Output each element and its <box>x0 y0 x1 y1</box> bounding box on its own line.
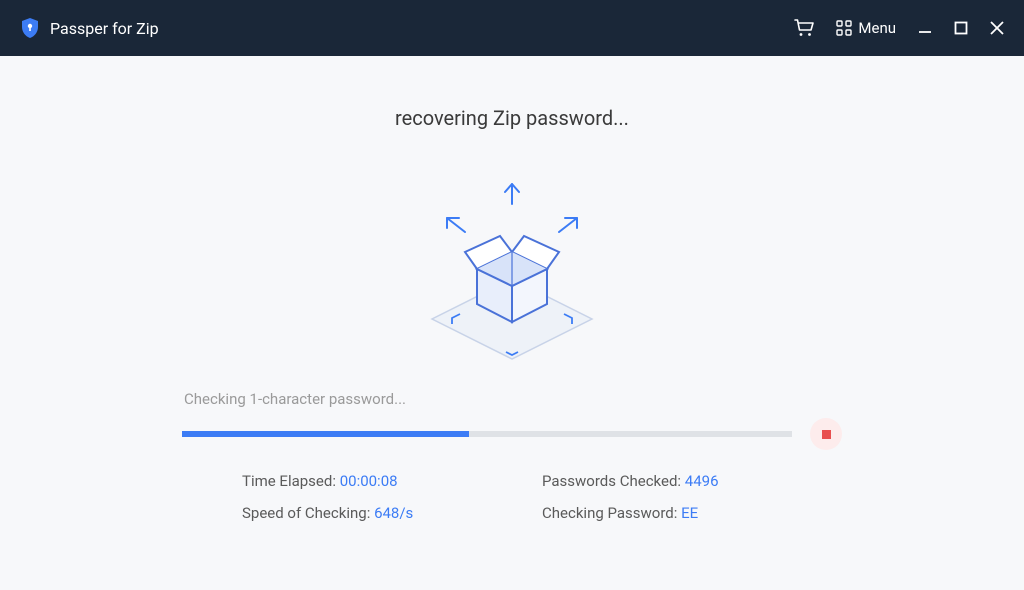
titlebar-right: Menu <box>794 19 1004 37</box>
maximize-button[interactable] <box>954 21 968 35</box>
stat-value: 648/s <box>374 504 413 522</box>
close-button[interactable] <box>990 21 1004 35</box>
menu-grid-icon <box>836 20 852 36</box>
stat-value: 00:00:08 <box>340 472 398 490</box>
stat-value: 4496 <box>685 472 719 490</box>
progress-section: Checking 1-character password... Time El… <box>182 390 842 522</box>
menu-button[interactable]: Menu <box>836 19 896 37</box>
shield-icon <box>20 17 40 39</box>
progress-status-text: Checking 1-character password... <box>182 390 842 408</box>
minimize-button[interactable] <box>918 21 932 35</box>
stat-checking-password: Checking Password: EE <box>542 504 782 522</box>
app-title: Passper for Zip <box>50 19 159 38</box>
progress-bar-fill <box>182 431 469 437</box>
box-illustration <box>387 174 637 364</box>
titlebar: Passper for Zip Menu <box>0 0 1024 56</box>
cart-icon[interactable] <box>794 19 814 37</box>
titlebar-left: Passper for Zip <box>20 17 159 39</box>
main-content: recovering Zip password... <box>0 56 1024 522</box>
menu-label: Menu <box>858 19 896 37</box>
stat-label: Speed of Checking: <box>242 504 374 522</box>
stop-icon <box>822 430 831 439</box>
stats: Time Elapsed: 00:00:08 Passwords Checked… <box>182 472 842 522</box>
stat-label: Checking Password: <box>542 504 681 522</box>
page-title: recovering Zip password... <box>395 106 629 130</box>
stat-time-elapsed: Time Elapsed: 00:00:08 <box>242 472 482 490</box>
stat-passwords-checked: Passwords Checked: 4496 <box>542 472 782 490</box>
progress-bar-container <box>182 418 842 450</box>
stat-value: EE <box>681 504 698 522</box>
progress-bar <box>182 431 792 437</box>
stop-button[interactable] <box>810 418 842 450</box>
stat-label: Time Elapsed: <box>242 472 340 490</box>
stat-speed: Speed of Checking: 648/s <box>242 504 482 522</box>
stat-label: Passwords Checked: <box>542 472 685 490</box>
